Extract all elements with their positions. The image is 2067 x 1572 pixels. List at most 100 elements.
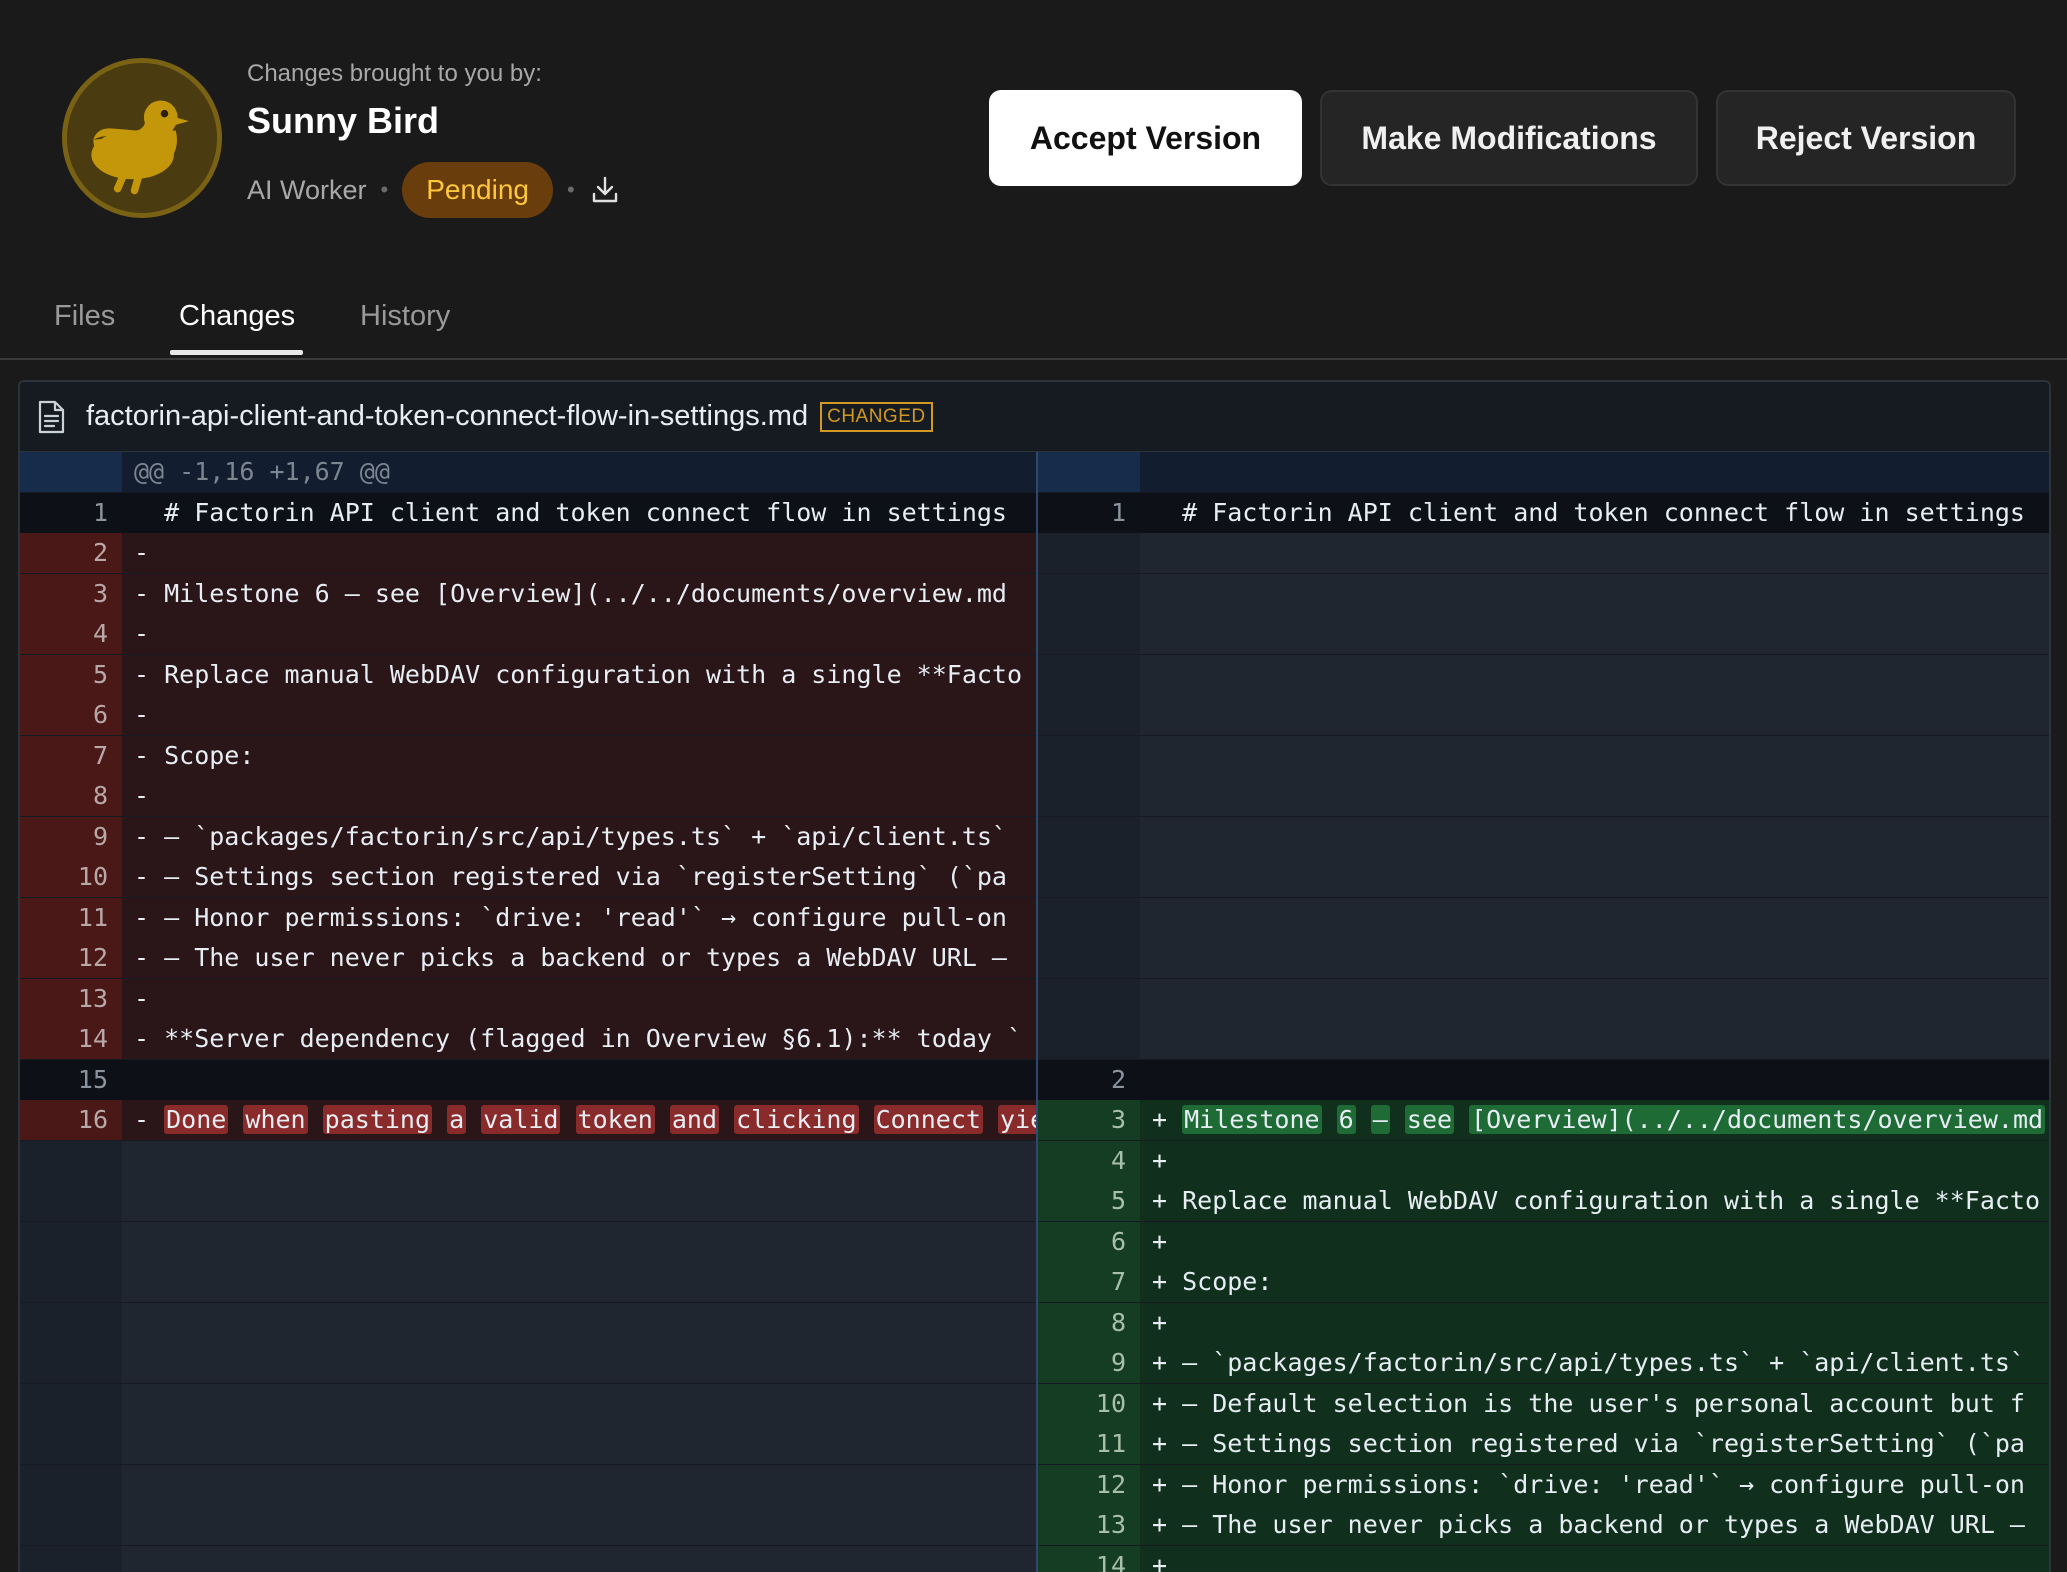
empty-line: [1140, 654, 2049, 695]
document-icon: [36, 400, 66, 434]
added-line-number: 6: [1036, 1221, 1140, 1262]
author-role: AI Worker: [247, 174, 367, 205]
reject-version-button[interactable]: Reject Version: [1716, 90, 2016, 186]
changed-word: Connect: [873, 1105, 983, 1134]
changed-word: —: [1370, 1105, 1390, 1134]
deleted-line-number: 10: [20, 857, 122, 897]
context-line: [122, 1059, 1054, 1100]
changed-word: token: [575, 1105, 655, 1134]
empty-line: [1140, 533, 2049, 573]
empty-line: [1140, 857, 2049, 897]
changed-word: [Overview](../../documents/overview.md: [1469, 1105, 2046, 1134]
deleted-line-number: 8: [20, 776, 122, 816]
empty-gutter: [1036, 897, 1140, 938]
author-name: Sunny Bird: [247, 100, 440, 141]
deleted-line-number: 7: [20, 735, 122, 776]
added-line: + Replace manual WebDAV configuration wi…: [1140, 1181, 2049, 1221]
hunk-header: [1140, 452, 2049, 492]
deleted-line-number: 12: [20, 938, 122, 978]
empty-line: [1140, 1019, 2049, 1059]
changed-word: valid: [481, 1105, 561, 1134]
empty-gutter: [1036, 1019, 1140, 1059]
empty-gutter: [20, 1262, 122, 1302]
deleted-line: -: [122, 614, 1054, 654]
line-number: [1036, 452, 1140, 492]
empty-line: [122, 1424, 1054, 1464]
tab-changes[interactable]: Changes: [179, 300, 295, 351]
empty-gutter: [1036, 533, 1140, 573]
added-line-number: 9: [1036, 1343, 1140, 1383]
context-line: [1140, 1059, 2049, 1100]
added-line: +: [1140, 1221, 2049, 1262]
added-line-number: 11: [1036, 1424, 1140, 1464]
file-name[interactable]: factorin-api-client-and-token-connect-fl…: [86, 400, 808, 433]
separator-dot: •: [567, 177, 575, 202]
line-number: 15: [20, 1059, 122, 1100]
separator-dot: •: [380, 177, 389, 202]
deleted-line-number: 14: [20, 1019, 122, 1059]
deleted-line: -: [122, 695, 1054, 735]
deleted-line: - – The user never picks a backend or ty…: [122, 938, 1054, 978]
deleted-line: - – `packages/factorin/src/api/types.ts`…: [122, 816, 1054, 857]
empty-line: [122, 1262, 1054, 1302]
empty-line: [122, 1505, 1054, 1545]
author-meta: AI Worker • Pending •: [247, 162, 621, 218]
empty-line: [122, 1545, 1054, 1572]
changed-word: Milestone: [1182, 1105, 1322, 1134]
line-number: 1: [20, 492, 122, 533]
empty-line: [1140, 816, 2049, 857]
changed-word: see: [1404, 1105, 1455, 1134]
empty-gutter: [1036, 654, 1140, 695]
empty-line: [1140, 695, 2049, 735]
added-line-number: 3: [1036, 1100, 1140, 1140]
diff-split-divider: [1036, 452, 1038, 1572]
tab-files[interactable]: Files: [54, 300, 115, 351]
deleted-line: -: [122, 978, 1054, 1019]
context-line: # Factorin API client and token connect …: [122, 492, 1054, 533]
download-icon[interactable]: [589, 174, 621, 206]
added-line: +: [1140, 1545, 2049, 1572]
empty-gutter: [20, 1343, 122, 1383]
added-line: +: [1140, 1140, 2049, 1181]
empty-line: [122, 1383, 1054, 1424]
file-header: factorin-api-client-and-token-connect-fl…: [20, 382, 2049, 452]
empty-line: [1140, 938, 2049, 978]
changed-word: clicking: [734, 1105, 859, 1134]
make-modifications-button[interactable]: Make Modifications: [1320, 90, 1698, 186]
avatar: [62, 58, 222, 218]
diff-panel: factorin-api-client-and-token-connect-fl…: [18, 380, 2051, 1572]
line-number: 1: [1036, 492, 1140, 533]
added-line-number: 14: [1036, 1545, 1140, 1572]
empty-line: [122, 1140, 1054, 1181]
added-line-number: 12: [1036, 1464, 1140, 1505]
deleted-line-number: 4: [20, 614, 122, 654]
deleted-line-number: 13: [20, 978, 122, 1019]
empty-gutter: [20, 1181, 122, 1221]
version-header: Changes brought to you by: Sunny Bird AI…: [0, 0, 2067, 250]
empty-line: [1140, 978, 2049, 1019]
hunk-header: @@ -1,16 +1,67 @@: [122, 452, 1054, 492]
empty-gutter: [1036, 938, 1140, 978]
empty-line: [122, 1302, 1054, 1343]
empty-line: [1140, 614, 2049, 654]
deleted-line-number: 5: [20, 654, 122, 695]
empty-line: [1140, 735, 2049, 776]
context-line: # Factorin API client and token connect …: [1140, 492, 2049, 533]
deleted-line: - Milestone 6 — see [Overview](../../doc…: [122, 573, 1054, 614]
tab-history[interactable]: History: [360, 300, 450, 351]
deleted-line-number: 11: [20, 897, 122, 938]
deleted-line: - – Honor permissions: `drive: 'read'` →…: [122, 897, 1054, 938]
added-line-number: 5: [1036, 1181, 1140, 1221]
empty-gutter: [20, 1424, 122, 1464]
tab-bar: Files Changes History: [0, 290, 2067, 360]
file-status-badge: CHANGED: [820, 401, 933, 432]
empty-gutter: [1036, 573, 1140, 614]
empty-line: [122, 1343, 1054, 1383]
deleted-line-number: 9: [20, 816, 122, 857]
accept-version-button[interactable]: Accept Version: [989, 90, 1302, 186]
deleted-line: - Replace manual WebDAV configuration wi…: [122, 654, 1054, 695]
active-tab-indicator: [170, 350, 303, 355]
line-number: [20, 452, 122, 492]
deleted-line: - Scope:: [122, 735, 1054, 776]
deleted-line-number: 6: [20, 695, 122, 735]
